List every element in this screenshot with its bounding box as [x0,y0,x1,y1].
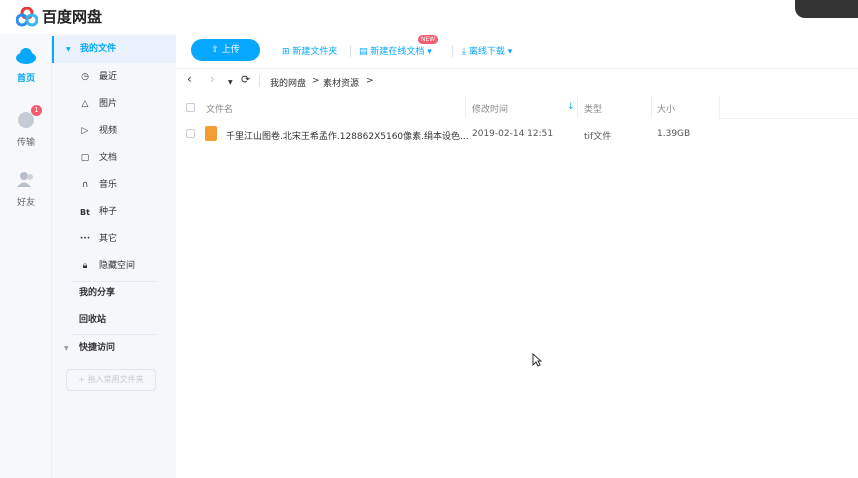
breadcrumb-item[interactable]: 我的网盘 [270,76,306,89]
row-checkbox[interactable] [186,129,195,138]
sidebar-item-hidden-space[interactable]: 🔒︎ 隐藏空间 [52,253,176,280]
label: 隐藏空间 [99,261,136,271]
forward-icon[interactable]: › [210,72,215,86]
sidebar-my-files-label: 我的文件 [80,44,117,54]
label: 回收站 [79,315,107,325]
divider [577,96,578,118]
divider [465,96,466,118]
nav-transfer[interactable]: 1 传输 [0,105,52,148]
headphones-icon: ∩ [81,180,89,190]
sidebar-quick-access[interactable]: ▼ 快捷访问 [52,335,176,362]
sidebar-item-images[interactable]: △ 图片 [52,91,176,118]
offline-download-button[interactable]: ⤓ 离线下载 ▾ [462,44,512,57]
file-type: tif文件 [584,132,612,142]
sidebar-item-docs[interactable]: ▢ 文档 [52,145,176,172]
cloud-icon [16,48,36,64]
nav-transfer-label: 传输 [16,138,35,148]
baidu-netdisk-logo-icon [16,7,38,27]
upload-button[interactable]: ⇧ 上传 [191,39,260,61]
doc-icon: ▤ [359,47,371,57]
dropdown-icon: ▾ [504,47,513,57]
friends-icon [17,172,33,187]
mouse-cursor-icon [532,353,542,367]
label: 新建文件夹 [292,47,338,57]
image-file-icon [205,126,217,141]
divider [651,96,652,118]
file-size: 1.39GB [657,129,691,139]
column-size[interactable]: 大小 [657,102,675,115]
divider [176,68,858,69]
label: 视频 [99,126,118,136]
breadcrumb-item[interactable]: 素材资源 [323,76,359,89]
select-all-checkbox[interactable] [186,103,195,112]
sidebar: ▼ 我的文件 ◷ 最近 △ 图片 ▷ 视频 ▢ 文档 ∩ 音乐 Bt 种子 ··· 其它 🔒︎… [52,34,176,478]
label: 快捷访问 [79,343,116,353]
file-name[interactable]: 千里江山图卷.北宋王希孟作.128862X5160像素.绢本设色... [226,129,469,142]
divider [452,45,453,57]
label: 最近 [99,72,118,82]
document-icon: ▢ [80,153,90,163]
label: 种子 [99,207,118,217]
divider [259,75,260,87]
folder-plus-icon: ⊞ [282,47,293,57]
sidebar-item-other[interactable]: ··· 其它 [52,226,176,253]
file-modified: 2019-02-14 12:51 [472,129,554,139]
new-folder-button[interactable]: ⊞ 新建文件夹 [282,44,337,57]
sidebar-my-files[interactable]: ▼ 我的文件 [52,36,176,63]
new-badge: NEW [418,35,439,44]
label: 离线下载 [468,47,505,57]
caret-down-icon: ▼ [66,46,71,53]
download-icon: ⤓ [462,47,469,57]
divider [719,96,720,118]
sort-desc-icon[interactable]: ↓ [567,102,575,112]
breadcrumb-separator: > [366,76,374,86]
nav-friends[interactable]: 好友 [0,170,52,208]
left-nav: 首页 1 传输 好友 [0,34,52,478]
label: 我的分享 [79,288,116,298]
new-online-doc-button[interactable]: ▤ 新建在线文档 ▾ [359,44,432,57]
label: 图片 [99,99,118,109]
image-icon: △ [81,99,89,109]
bt-icon: Bt [80,208,90,217]
sidebar-item-videos[interactable]: ▷ 视频 [52,118,176,145]
more-icon: ··· [79,234,91,244]
caret-down-icon: ▼ [64,345,69,352]
title-bar: 百度网盘 [0,0,858,34]
breadcrumb-separator: > [312,76,320,86]
table-row[interactable]: 千里江山图卷.北宋王希孟作.128862X5160像素.绢本设色... 2019… [176,121,720,147]
nav-friends-label: 好友 [16,198,35,208]
label: 新建在线文档 [370,47,425,57]
transfer-badge: 1 [31,105,42,116]
upload-icon: ⇧ [211,45,222,55]
label: 音乐 [99,180,118,190]
insert-folder-button[interactable]: + 拖入常用文件夹 [66,369,156,391]
history-dropdown-icon[interactable]: ▼ [228,79,233,86]
video-icon: ▷ [81,126,89,136]
sidebar-item-music[interactable]: ∩ 音乐 [52,172,176,199]
label: 其它 [99,234,118,244]
column-type[interactable]: 类型 [584,102,602,115]
nav-home[interactable]: 首页 [0,48,52,84]
upload-label: 上传 [221,45,240,55]
sidebar-my-share[interactable]: 我的分享 [52,280,176,307]
clock-icon: ◷ [81,72,89,82]
nav-home-label: 首页 [16,74,35,84]
sidebar-item-recent[interactable]: ◷ 最近 [52,64,176,91]
column-modified[interactable]: 修改时间 [472,102,508,115]
back-icon[interactable]: ‹ [187,72,192,86]
dropdown-icon: ▾ [424,47,432,57]
refresh-icon[interactable]: ⟳ [241,73,250,86]
divider [719,118,858,119]
window-overlay [795,0,858,18]
app-title: 百度网盘 [42,8,103,26]
sidebar-recycle-bin[interactable]: 回收站 [52,307,176,334]
sidebar-item-torrents[interactable]: Bt 种子 [52,199,176,226]
divider [350,45,351,57]
lock-icon: 🔒︎ [82,261,88,271]
label: 文档 [99,153,118,163]
column-name[interactable]: 文件名 [206,102,233,115]
